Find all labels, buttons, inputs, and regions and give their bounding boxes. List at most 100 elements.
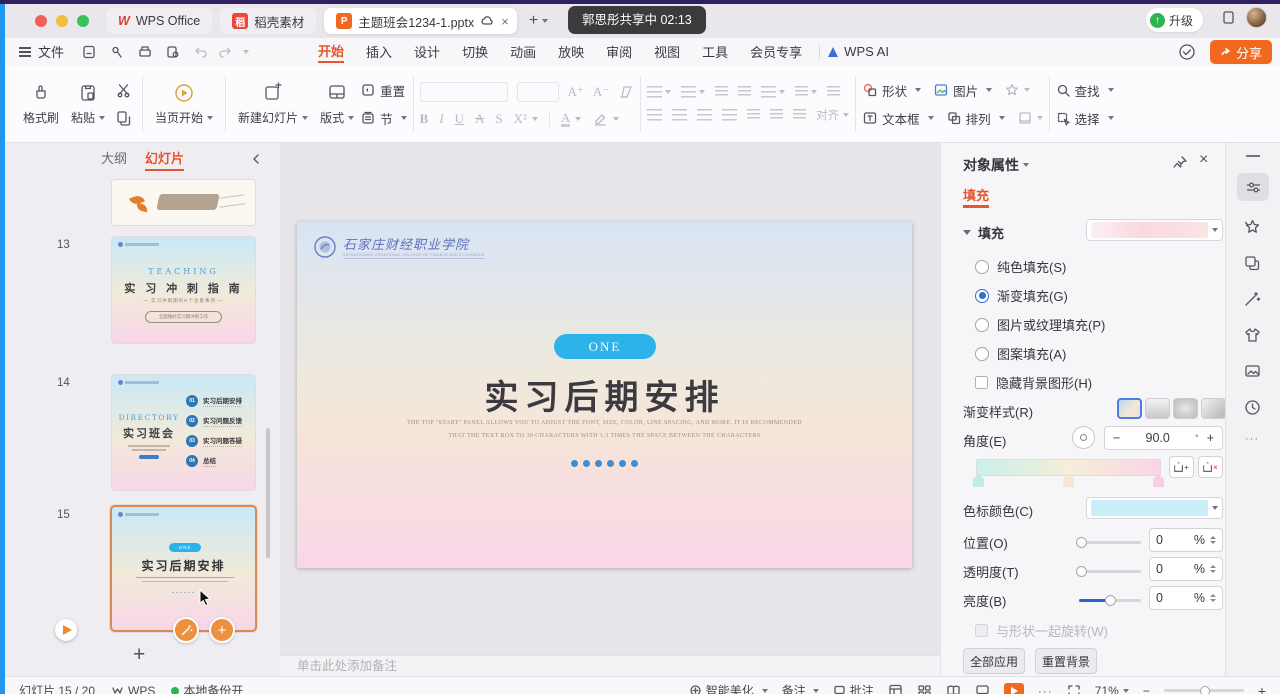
upgrade-button[interactable]: ↑ 升级 [1146, 8, 1203, 32]
brightness-slider[interactable] [1079, 599, 1141, 602]
decrease-font-icon[interactable]: A⁻ [593, 84, 609, 100]
menu-design[interactable]: 设计 [414, 42, 440, 63]
doc-check-icon[interactable] [1178, 43, 1196, 61]
checkbox-hide-background[interactable]: 隐藏背景图形(H) [975, 373, 1092, 392]
section-button[interactable]: 节 [360, 109, 407, 128]
copy-icon[interactable] [115, 109, 132, 126]
menu-review[interactable]: 审阅 [606, 42, 632, 63]
more-views-icon[interactable]: ··· [1038, 684, 1053, 694]
angle-increase[interactable]: + [1207, 431, 1214, 445]
line-spacing-icon[interactable] [795, 86, 808, 98]
minimize-window-button[interactable] [56, 15, 68, 27]
editing-canvas[interactable]: 石家庄财经职业学院 SHIJIAZHUANG VOCATIONAL COLLEG… [280, 143, 940, 655]
paste-button[interactable]: 粘贴 [71, 82, 105, 126]
reset-button[interactable]: 重置 [360, 81, 407, 100]
radio-gradient-fill[interactable]: 渐变填充(G) [975, 286, 1068, 305]
layout-button[interactable]: 版式 [320, 82, 354, 126]
slide-15-canvas[interactable]: 石家庄财经职业学院 SHIJIAZHUANG VOCATIONAL COLLEG… [297, 222, 912, 568]
redo-icon[interactable] [218, 44, 234, 60]
new-tab-button[interactable]: + [529, 12, 538, 30]
apply-all-button[interactable]: 全部应用 [963, 648, 1025, 674]
slide-sorter-view-icon[interactable] [917, 683, 932, 694]
columns-icon[interactable] [747, 109, 760, 121]
increase-indent-icon[interactable] [738, 86, 751, 98]
spin-arrows-icon[interactable] [1210, 536, 1216, 544]
find-replace-icon[interactable] [165, 44, 181, 60]
save-icon[interactable] [81, 44, 97, 60]
align-right-icon[interactable] [697, 109, 712, 121]
collapse-rail-icon[interactable] [1246, 155, 1260, 157]
fill-preview-dropdown[interactable] [1086, 219, 1223, 241]
picture-button[interactable]: 图片 [933, 81, 992, 100]
zoom-slider[interactable] [1164, 689, 1244, 692]
bullet-list-icon[interactable] [647, 86, 662, 98]
increase-font-icon[interactable]: A⁺ [568, 84, 584, 100]
angle-dial[interactable] [1072, 426, 1095, 449]
image-edit-icon[interactable] [1243, 362, 1262, 381]
tab-outline[interactable]: 大纲 [101, 148, 127, 171]
slideshow-play-button[interactable] [1004, 683, 1024, 694]
position-slider-thumb[interactable] [1076, 537, 1087, 548]
add-slide-button[interactable]: + [133, 643, 145, 667]
menu-view[interactable]: 视图 [654, 42, 680, 63]
spin-arrows-icon[interactable] [1210, 594, 1216, 602]
brightness-spinbox[interactable]: 0 % [1149, 586, 1223, 610]
tab-wps-office[interactable]: W WPS Office [106, 8, 212, 34]
one-badge[interactable]: ONE [554, 334, 656, 359]
notes-placeholder[interactable]: 单击此处添加备注 [280, 655, 940, 676]
gradient-style-1-selected[interactable] [1117, 398, 1142, 419]
underline-icon[interactable]: U [455, 111, 464, 127]
icon-library-icon[interactable] [1004, 82, 1020, 98]
presenter-view-icon[interactable] [975, 683, 990, 694]
radio-picture-fill[interactable]: 图片或纹理填充(P) [975, 315, 1105, 334]
radio-pattern-fill[interactable]: 图案填充(A) [975, 344, 1066, 363]
transparency-spinbox[interactable]: 0 % [1149, 557, 1223, 581]
notes-toggle-button[interactable]: 备注 [782, 682, 819, 694]
zoom-slider-thumb[interactable] [1200, 686, 1210, 694]
menu-home[interactable]: 开始 [318, 41, 344, 63]
menu-transition[interactable]: 切换 [462, 42, 488, 63]
textbox-button[interactable]: 文本框 [862, 109, 934, 128]
gradient-style-4[interactable] [1201, 398, 1226, 419]
menu-slideshow[interactable]: 放映 [558, 42, 584, 63]
properties-rail-button-active[interactable] [1237, 173, 1269, 201]
remove-gradient-stop-button[interactable]: × [1198, 456, 1223, 478]
angle-decrease[interactable]: − [1113, 431, 1120, 445]
hamburger-menu-icon[interactable] [19, 47, 31, 57]
placeholder-frame-icon[interactable] [1017, 110, 1033, 126]
layers-icon[interactable] [1243, 254, 1262, 273]
gradient-bar[interactable] [976, 459, 1161, 476]
add-gradient-stop-button[interactable]: + [1169, 456, 1194, 478]
distribute-icon[interactable] [827, 86, 840, 98]
angle-stepper[interactable]: − 90.0 ° + [1104, 426, 1223, 450]
slide-thumbnail-15-selected[interactable]: ONE 实习后期安排 ······ [110, 505, 257, 632]
quick-toolbar-chevron-icon[interactable] [243, 50, 249, 54]
arrange-button[interactable]: 排列 [946, 109, 1005, 128]
transparency-slider-thumb[interactable] [1076, 566, 1087, 577]
menu-member[interactable]: 会员专享 [750, 42, 802, 63]
more-tools-icon[interactable]: ··· [1245, 433, 1259, 445]
normal-view-icon[interactable] [888, 683, 903, 694]
align-objects-label[interactable]: 对齐 [816, 107, 839, 123]
menu-insert[interactable]: 插入 [366, 42, 392, 63]
menu-animation[interactable]: 动画 [510, 42, 536, 63]
share-button[interactable]: 分享 [1210, 40, 1272, 64]
new-slide-button[interactable]: 新建幻灯片 [238, 82, 308, 126]
decrease-indent-icon[interactable] [715, 86, 728, 98]
skin-shirt-icon[interactable] [1243, 326, 1262, 345]
menu-wps-ai[interactable]: WPS AI [844, 44, 889, 61]
bold-icon[interactable]: B [420, 111, 429, 127]
menu-file[interactable]: 文件 [38, 42, 64, 63]
tab-daoke-material[interactable]: 稻 稻壳素材 [220, 8, 316, 34]
close-window-button[interactable] [35, 15, 47, 27]
history-clock-icon[interactable] [1243, 398, 1262, 417]
shadow-icon[interactable]: S [495, 111, 502, 127]
zoom-window-button[interactable] [77, 15, 89, 27]
italic-icon[interactable]: I [439, 111, 443, 127]
brightness-slider-thumb[interactable] [1105, 595, 1116, 606]
format-painter-button[interactable]: 格式刷 [23, 82, 59, 126]
strikethrough-icon[interactable]: A [475, 111, 484, 127]
cut-icon[interactable] [115, 82, 132, 99]
superscript-icon[interactable]: X² [514, 111, 527, 127]
output-icon[interactable] [109, 44, 125, 60]
